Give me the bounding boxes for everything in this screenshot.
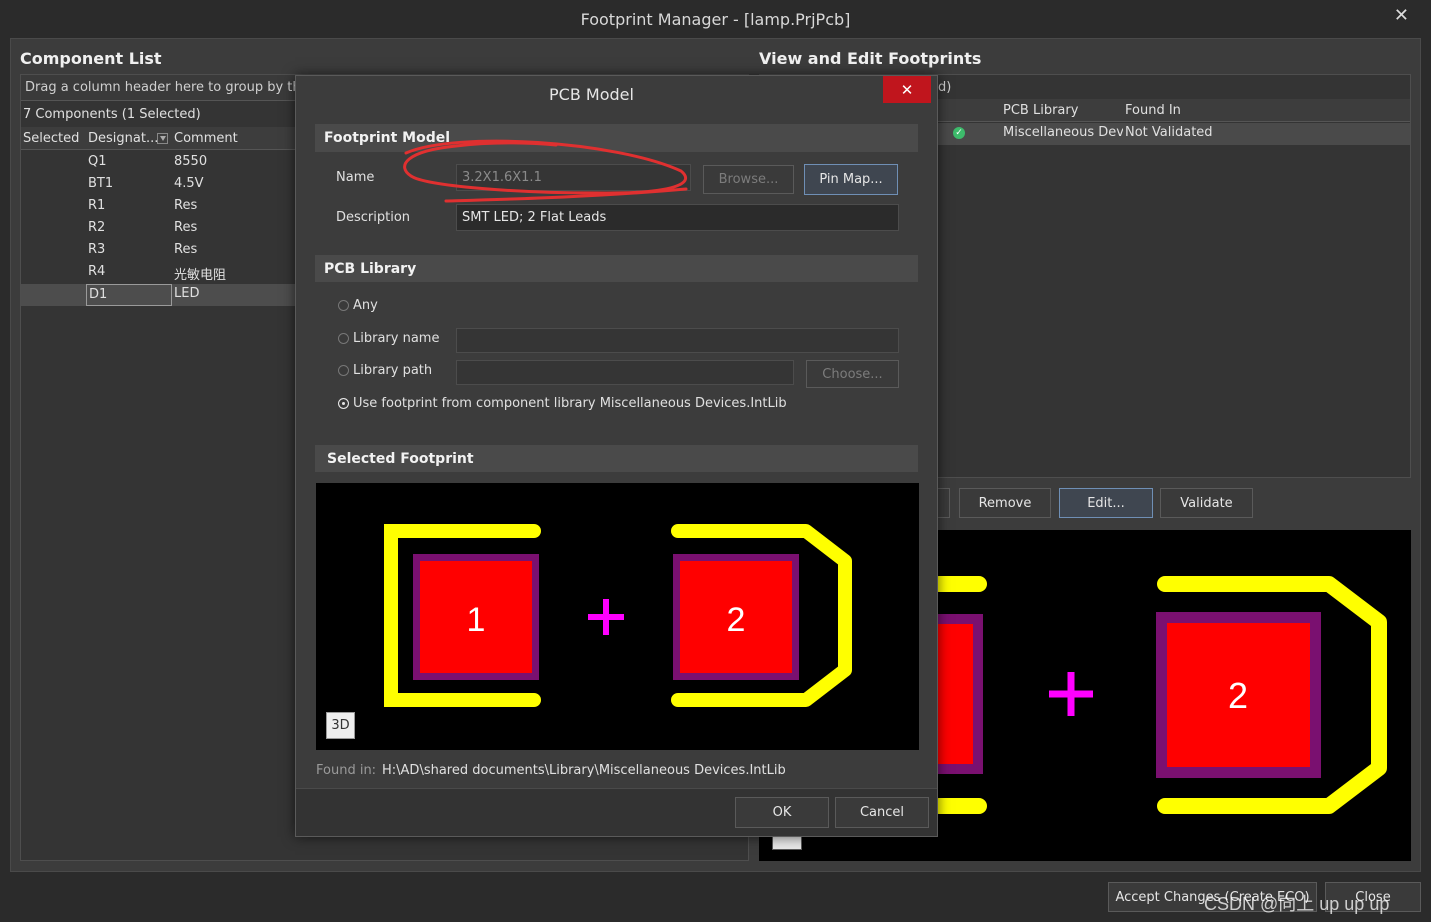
row-comment: Res — [174, 242, 198, 257]
col-pcb-library[interactable]: PCB Library — [1003, 103, 1078, 118]
row-comment: 光敏电阻 — [174, 268, 227, 283]
pin-map-button[interactable]: Pin Map... — [804, 164, 898, 195]
ok-button[interactable]: OK — [735, 797, 829, 828]
watermark: CSDN @向上 up up up — [1204, 894, 1390, 914]
description-label: Description — [336, 210, 411, 225]
component-count: 7 Components (1 Selected) — [23, 107, 201, 122]
browse-label: Browse... — [718, 172, 779, 187]
preview-pad-label: 2 — [1228, 675, 1248, 716]
add-button-partial[interactable] — [936, 488, 950, 518]
cancel-button[interactable]: Cancel — [835, 797, 929, 828]
remove-label: Remove — [978, 495, 1032, 511]
radio-library-name[interactable] — [338, 333, 349, 344]
browse-button[interactable]: Browse... — [703, 165, 794, 194]
radio-any[interactable] — [338, 300, 349, 311]
pcb-library-header: PCB Library — [315, 255, 918, 282]
selected-footprint-header: Selected Footprint — [315, 445, 918, 472]
use-component-library-label: Use footprint from component library Mis… — [353, 396, 787, 411]
found-in-path: H:\AD\shared documents\Library\Miscellan… — [382, 763, 786, 778]
row-comment: 4.5V — [174, 176, 204, 191]
row-designator: Q1 — [88, 154, 107, 169]
dialog-title: PCB Model — [549, 85, 634, 104]
pad-2-label: 2 — [727, 601, 746, 639]
row-designator: R3 — [88, 242, 106, 257]
ok-label: OK — [772, 805, 792, 820]
validate-label: Validate — [1180, 495, 1233, 511]
row-comment: Res — [174, 220, 198, 235]
cancel-label: Cancel — [859, 805, 905, 820]
library-name-label: Library name — [353, 331, 440, 346]
row-designator: R1 — [88, 198, 106, 213]
row-designator: BT1 — [88, 176, 114, 191]
row-found-in: Not Validated — [1125, 125, 1213, 140]
library-path-label: Library path — [353, 363, 433, 378]
any-label: Any — [353, 298, 378, 313]
edit-label: Edit... — [1087, 495, 1125, 511]
choose-button[interactable]: Choose... — [806, 360, 899, 388]
pcb-model-dialog: PCB Model ✕ Footprint Model Name 3.2X1.6… — [295, 75, 938, 837]
name-label: Name — [336, 170, 375, 185]
description-field[interactable]: SMT LED; 2 Flat Leads — [456, 204, 899, 231]
window-close-icon[interactable]: ✕ — [1394, 5, 1409, 26]
choose-label: Choose... — [822, 366, 883, 382]
library-path-field[interactable] — [456, 360, 794, 385]
view-edit-title: View and Edit Footprints — [759, 49, 982, 68]
radio-library-path[interactable] — [338, 365, 349, 376]
found-in-label: Found in: — [316, 763, 377, 778]
selected-footprint-graphic: 1 2 — [384, 524, 852, 707]
component-list-title: Component List — [20, 49, 162, 68]
dialog-close-icon[interactable]: ✕ — [883, 76, 931, 103]
col-designator[interactable]: Designat... — [88, 131, 158, 146]
pin-map-label: Pin Map... — [819, 172, 883, 187]
row-designator: D1 — [86, 284, 172, 306]
check-icon: ✓ — [953, 127, 965, 139]
selected-footprint-preview[interactable]: 1 2 3D — [316, 483, 919, 750]
edit-button[interactable]: Edit... — [1059, 488, 1153, 518]
btn-3d[interactable]: 3D — [326, 712, 355, 739]
validate-button[interactable]: Validate — [1160, 488, 1253, 518]
row-pcb-library: Miscellaneous Devic — [1003, 125, 1123, 140]
row-designator: R2 — [88, 220, 106, 235]
row-comment: LED — [174, 286, 200, 301]
window-titlebar: Footprint Manager - [lamp.PrjPcb] ✕ — [0, 0, 1431, 38]
remove-button[interactable]: Remove — [959, 488, 1051, 518]
annotation-ellipse — [403, 139, 688, 203]
col-selected[interactable]: Selected — [23, 131, 79, 146]
row-designator: R4 — [88, 264, 106, 279]
pad-1-label: 1 — [467, 601, 486, 639]
row-comment: Res — [174, 198, 198, 213]
window-title: Footprint Manager - [lamp.PrjPcb] — [580, 10, 851, 29]
library-name-field[interactable] — [456, 328, 899, 353]
radio-use-component-library[interactable] — [338, 398, 349, 409]
row-comment: 8550 — [174, 154, 208, 169]
dialog-titlebar: PCB Model ✕ — [296, 76, 937, 112]
col-comment[interactable]: Comment — [174, 131, 238, 146]
footprint-group-hint: d) — [938, 80, 952, 95]
filter-icon[interactable] — [157, 133, 168, 144]
col-found-in[interactable]: Found In — [1125, 103, 1181, 118]
